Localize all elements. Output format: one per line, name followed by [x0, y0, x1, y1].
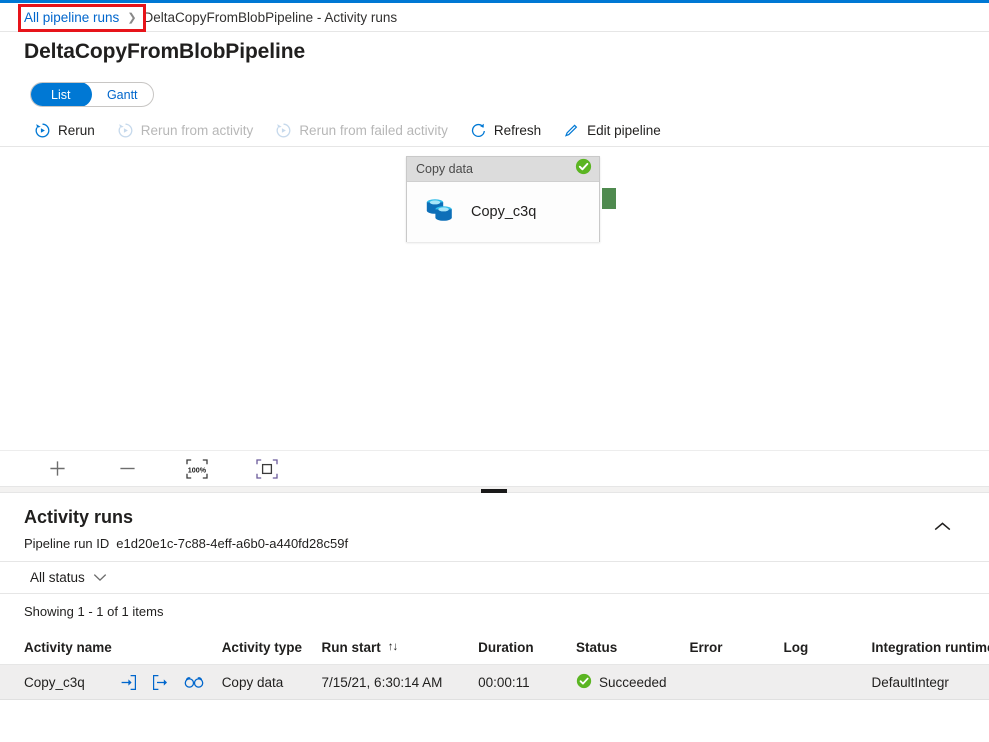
pencil-icon — [563, 122, 580, 139]
column-header-run-start-label: Run start — [321, 639, 381, 655]
table-row[interactable]: Copy_c3q Copy data 7/15/21, 6:30:14 AM 0… — [0, 665, 989, 700]
activity-node-copy-c3q[interactable]: Copy data Copy_c3q — [406, 156, 600, 242]
breadcrumb: All pipeline runs ❯ DeltaCopyFromBlobPip… — [0, 3, 989, 32]
zoom-to-fit-icon[interactable] — [254, 457, 280, 481]
chevron-down-icon — [93, 570, 107, 585]
activity-runs-panel: Activity runs Pipeline run ID e1d20e1c-7… — [0, 493, 989, 742]
page-title: DeltaCopyFromBlobPipeline — [24, 40, 306, 63]
pipeline-run-id-label: Pipeline run ID — [24, 536, 110, 551]
activity-node-header: Copy data — [407, 157, 599, 182]
command-bar: Rerun Rerun from activity Rerun from fai… — [0, 114, 989, 147]
rerun-from-activity-button[interactable]: Rerun from activity — [117, 122, 254, 139]
status-filter-dropdown[interactable]: All status — [30, 570, 107, 585]
cell-row-actions — [120, 674, 222, 691]
refresh-label: Refresh — [493, 122, 542, 138]
column-header-error[interactable]: Error — [690, 640, 784, 655]
zoom-out-icon[interactable] — [114, 457, 140, 481]
results-count: Showing 1 - 1 of 1 items — [24, 604, 164, 619]
sort-arrows-icon: ↑↓ — [387, 641, 398, 653]
rerun-from-failed-activity-label: Rerun from failed activity — [299, 122, 448, 138]
view-toggle-gantt[interactable]: Gantt — [92, 83, 154, 106]
column-header-log[interactable]: Log — [783, 640, 871, 655]
activity-runs-table: Activity name Activity type Run start ↑↓… — [0, 630, 989, 700]
zoom-to-100-icon[interactable]: 100% — [184, 457, 210, 481]
input-icon[interactable] — [120, 674, 137, 691]
view-toggle[interactable]: List Gantt — [30, 82, 154, 107]
breadcrumb-separator-icon: ❯ — [127, 11, 137, 24]
pipeline-run-page: All pipeline runs ❯ DeltaCopyFromBlobPip… — [0, 0, 989, 742]
canvas-zoom-controls: 100% — [0, 450, 989, 486]
success-check-icon — [576, 673, 592, 692]
chevron-up-icon[interactable] — [929, 517, 955, 537]
cell-activity-type: Copy data — [221, 674, 284, 690]
status-filter-label: All status — [30, 570, 85, 585]
edit-pipeline-label: Edit pipeline — [587, 122, 661, 138]
table-header-row: Activity name Activity type Run start ↑↓… — [0, 630, 989, 665]
column-header-run-start[interactable]: Run start ↑↓ — [322, 640, 479, 655]
activity-node-type: Copy data — [416, 162, 473, 176]
copy-data-icon — [424, 196, 455, 229]
edit-pipeline-button[interactable]: Edit pipeline — [563, 122, 661, 139]
activity-runs-title: Activity runs — [24, 507, 134, 527]
pipeline-run-id-value[interactable]: e1d20e1c-7c88-4eff-a6b0-a440fd28c59f — [116, 536, 348, 551]
output-icon[interactable] — [152, 674, 169, 691]
cell-integration-runtime: DefaultIntegr — [871, 674, 949, 690]
success-check-icon — [575, 158, 592, 180]
pipeline-run-id-row: Pipeline run ID e1d20e1c-7c88-4eff-a6b0-… — [24, 536, 348, 551]
pipeline-canvas[interactable]: Copy data Copy_c3q — [0, 147, 989, 450]
column-header-integration-runtime[interactable]: Integration runtime — [872, 640, 989, 655]
refresh-icon — [470, 122, 487, 139]
breadcrumb-all-pipeline-runs-link[interactable]: All pipeline runs — [24, 10, 119, 25]
rerun-from-failed-activity-button[interactable]: Rerun from failed activity — [275, 122, 448, 139]
details-icon[interactable] — [184, 675, 204, 689]
view-toggle-list[interactable]: List — [31, 83, 92, 106]
cell-run-start: 7/15/21, 6:30:14 AM — [321, 674, 443, 690]
breadcrumb-current: DeltaCopyFromBlobPipeline - Activity run… — [143, 9, 398, 25]
column-header-status[interactable]: Status — [576, 640, 690, 655]
rerun-from-activity-label: Rerun from activity — [140, 122, 254, 138]
rerun-button[interactable]: Rerun — [34, 122, 95, 139]
column-header-activity-name[interactable]: Activity name — [24, 640, 120, 655]
activity-output-connector[interactable] — [602, 188, 616, 209]
activity-node-name: Copy_c3q — [471, 204, 537, 220]
status-filter-row: All status — [0, 561, 989, 594]
svg-text:100%: 100% — [188, 465, 207, 474]
refresh-button[interactable]: Refresh — [470, 122, 541, 139]
rerun-label: Rerun — [58, 122, 95, 138]
status-badge: Succeeded — [576, 673, 690, 692]
activity-node-body: Copy_c3q — [407, 182, 599, 242]
zoom-in-icon[interactable] — [44, 457, 70, 481]
column-header-duration[interactable]: Duration — [478, 640, 576, 655]
rerun-from-failed-activity-icon — [275, 122, 292, 139]
rerun-from-activity-icon — [117, 122, 134, 139]
rerun-icon — [34, 122, 51, 139]
column-header-activity-type[interactable]: Activity type — [222, 640, 322, 655]
cell-duration: 00:00:11 — [478, 674, 530, 690]
status-label: Succeeded — [598, 674, 667, 690]
panel-splitter[interactable] — [0, 486, 989, 493]
cell-activity-name: Copy_c3q — [24, 674, 85, 690]
